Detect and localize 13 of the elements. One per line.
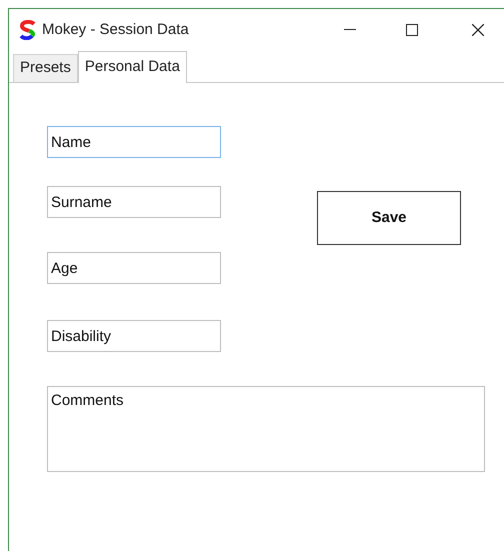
save-button[interactable]: Save: [317, 191, 461, 245]
app-logo-icon: [19, 20, 37, 40]
text-field[interactable]: Disability: [47, 320, 221, 352]
text-field[interactable]: Name: [47, 126, 221, 158]
comments-field[interactable]: Comments: [47, 386, 485, 472]
close-icon[interactable]: [472, 24, 484, 36]
maximize-icon[interactable]: [406, 24, 418, 36]
text-field[interactable]: Age: [47, 252, 221, 284]
window-title: Mokey - Session Data: [42, 20, 189, 40]
minimize-icon[interactable]: [344, 29, 356, 31]
text-field[interactable]: Surname: [47, 186, 221, 218]
tab[interactable]: Presets: [13, 54, 78, 82]
tab[interactable]: Personal Data: [78, 51, 187, 83]
